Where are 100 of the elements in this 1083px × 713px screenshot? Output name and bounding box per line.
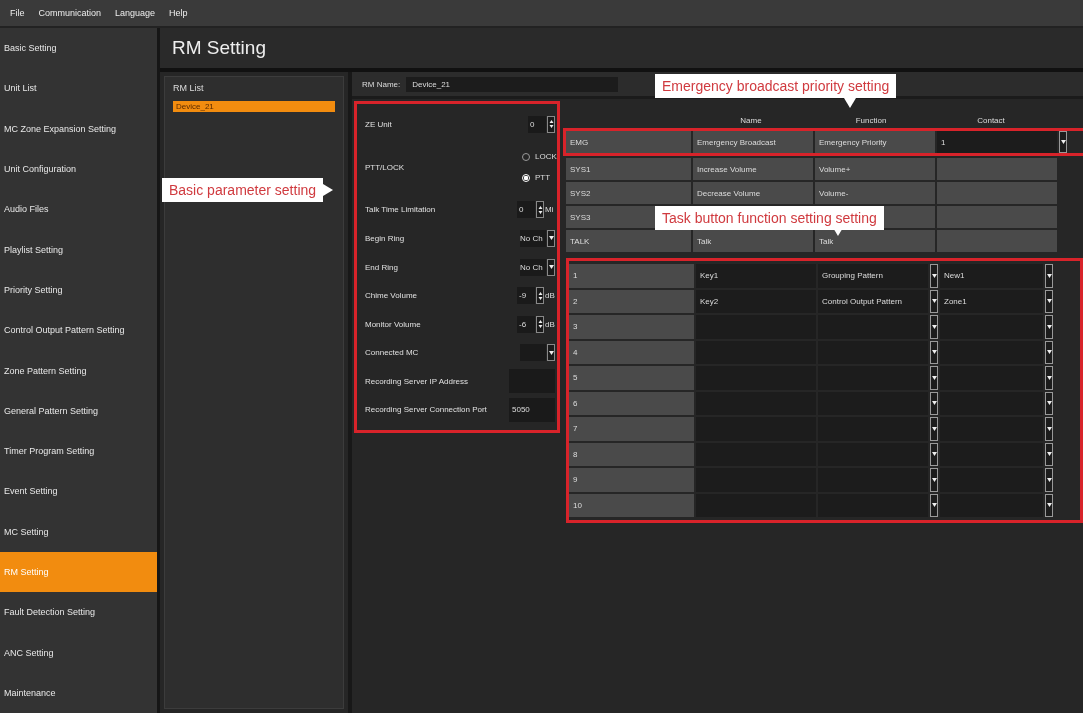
dropdown-button[interactable] [1045,366,1053,390]
sidebar-item[interactable]: Event Setting [0,471,157,512]
dropdown-button[interactable] [930,442,938,466]
table-cell: SYS1 [566,158,691,180]
rm-name-field[interactable]: Device_21 [406,76,619,92]
menu-item[interactable]: Language [115,8,156,18]
dropdown-button[interactable] [1045,417,1053,441]
caret-icon [548,236,554,241]
caret-icon [931,350,937,355]
spin-button[interactable] [536,201,544,219]
list-item[interactable]: Device_21 [173,101,335,112]
sidebar-item[interactable]: Unit List [0,68,157,109]
table-cell: TALK [566,230,691,252]
dropdown-button[interactable] [930,340,938,364]
sidebar-item[interactable]: General Pattern Setting [0,390,157,431]
table-cell: Decrease Volume [693,182,813,204]
dropdown-field[interactable]: Control Output Pattern [818,289,928,313]
dropdown-button[interactable] [547,229,555,247]
pointer-icon [323,184,334,196]
table-cell: 4 [569,340,694,364]
dropdown-button[interactable] [547,344,555,362]
dropdown-button[interactable] [1059,131,1067,153]
caret-icon [548,350,554,355]
field-label: Talk Time Limitation [365,205,436,215]
dropdown-button[interactable] [1045,289,1053,313]
dropdown-field[interactable]: No Ch [520,229,546,247]
caret-icon [931,324,937,329]
unit-label: Mi [545,205,555,215]
dropdown-button[interactable] [1045,493,1053,517]
dropdown-button[interactable] [547,258,555,276]
caret-icon [1046,324,1052,329]
menu-item[interactable]: Help [169,8,188,18]
dropdown-field[interactable]: Grouping Pattern [818,264,928,288]
sidebar-item[interactable]: Playlist Setting [0,229,157,270]
callout-label: Task button function setting setting [655,206,884,230]
field-label: End Ring [365,262,398,272]
dropdown-button[interactable] [930,315,938,339]
rm-name-label: RM Name: [362,79,401,89]
spinner-field[interactable]: -9 [517,287,535,305]
spin-button[interactable] [547,115,555,133]
dropdown-button[interactable] [1045,468,1053,492]
spinner-field[interactable]: -6 [517,315,535,333]
spinner-field[interactable]: 0 [528,115,546,133]
caret-icon [931,273,937,278]
dropdown-field[interactable]: Zone1 [940,289,1043,313]
dropdown-field[interactable]: 1 [937,131,1057,153]
spinner-field[interactable]: 0 [517,201,535,219]
caret-icon [1060,140,1066,144]
sidebar-item[interactable]: Unit Configuration [0,148,157,190]
dropdown-field[interactable]: No Ch [520,258,546,276]
dropdown-button[interactable] [1045,340,1053,364]
spin-button[interactable] [536,315,544,333]
dropdown-button[interactable] [930,468,938,492]
spin-button[interactable] [536,287,544,305]
sidebar-item[interactable]: Maintenance [0,672,157,713]
dropdown-button[interactable] [1045,264,1053,288]
sidebar-item[interactable]: MC Zone Expansion Setting [0,108,157,149]
dropdown-button[interactable] [930,493,938,517]
sidebar-item[interactable]: Fault Detection Setting [0,592,157,633]
caret-icon [931,477,937,482]
field-label: PTT/LOCK [365,162,405,172]
dropdown-field[interactable] [520,344,546,362]
pointer-icon [844,98,857,108]
sidebar-item[interactable]: MC Setting [0,511,157,552]
sidebar-item[interactable]: Audio Files [0,189,157,230]
caret-icon [931,299,937,304]
sidebar-item[interactable]: ANC Setting [0,632,157,673]
radio-label: PTT [535,173,552,183]
table-cell: 1 [569,264,694,288]
dropdown-button[interactable] [1045,315,1053,339]
menu-item[interactable]: File [10,8,25,18]
sidebar-item[interactable]: Zone Pattern Setting [0,350,157,391]
dropdown-button[interactable] [930,366,938,390]
table-cell: Volume- [815,182,935,204]
sidebar-item[interactable]: Basic Setting [0,28,157,69]
dropdown-button[interactable] [1045,391,1053,415]
dropdown-button[interactable] [930,391,938,415]
menu-item[interactable]: Communication [38,8,102,18]
spin-arrows-icon [537,319,543,330]
input-field[interactable]: Key1 [696,264,816,288]
sidebar-item[interactable]: Timer Program Setting [0,430,157,472]
spin-arrows-icon [548,119,554,130]
dropdown-button[interactable] [930,417,938,441]
table-cell: 3 [569,315,694,339]
dropdown-button[interactable] [930,264,938,288]
caret-icon [1046,401,1052,406]
sidebar-item[interactable]: Priority Setting [0,269,157,311]
input-field[interactable]: Key2 [696,289,816,313]
dropdown-button[interactable] [1045,442,1053,466]
dropdown-field[interactable]: New1 [940,264,1043,288]
sidebar-item[interactable]: Control Output Pattern Setting [0,310,157,351]
caret-icon [1046,452,1052,457]
caret-icon [931,503,937,508]
caret-icon [1046,375,1052,380]
table-cell: Increase Volume [693,158,813,180]
caret-icon [931,375,937,380]
field-label: ZE Unit [365,119,392,129]
input-field[interactable]: 5050 [509,397,555,422]
dropdown-button[interactable] [930,289,938,313]
caret-icon [548,265,554,269]
